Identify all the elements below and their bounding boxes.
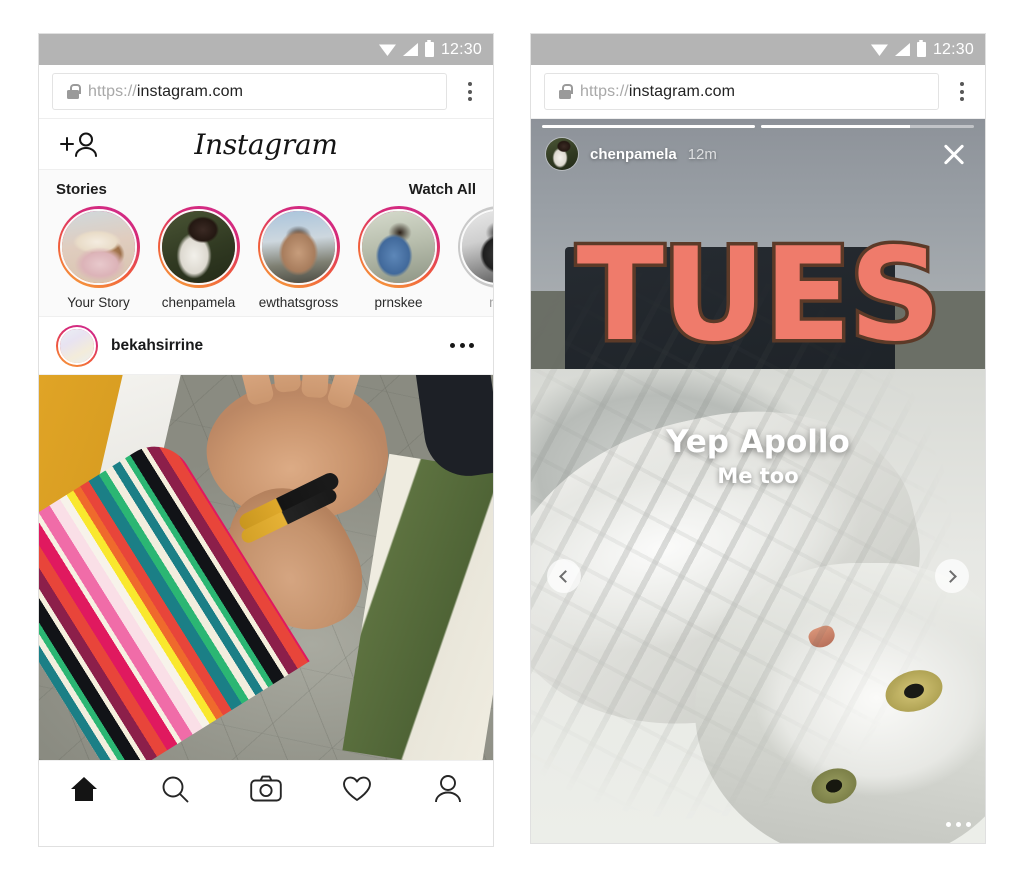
url-bar[interactable]: https://instagram.com bbox=[52, 73, 447, 110]
story-progress-segment bbox=[761, 125, 974, 128]
browser-bar: https://instagram.com bbox=[531, 65, 985, 119]
kebab-menu-icon[interactable] bbox=[453, 73, 487, 111]
story-overlay-line-1: Yep Apollo bbox=[666, 424, 850, 460]
story-more-icon[interactable] bbox=[946, 822, 971, 827]
signal-icon bbox=[402, 43, 418, 56]
watch-all-button[interactable]: Watch All bbox=[409, 181, 476, 198]
chevron-left-icon[interactable] bbox=[547, 559, 581, 593]
story-top-bar: chenpamela 12m bbox=[545, 137, 971, 171]
story-timestamp: 12m bbox=[687, 145, 717, 163]
story-ring bbox=[257, 206, 340, 288]
add-person-icon[interactable] bbox=[59, 131, 103, 157]
stories-section: Stories Watch All Your Story chenpamela bbox=[39, 170, 493, 317]
story-item-ewthatsgross[interactable]: ewthatsgross bbox=[253, 206, 344, 310]
battery-icon bbox=[916, 40, 926, 57]
story-avatar-image bbox=[362, 210, 435, 284]
status-bar-icons bbox=[870, 40, 926, 57]
url-scheme: https:// bbox=[88, 82, 137, 100]
wifi-icon bbox=[870, 44, 888, 56]
url-scheme: https:// bbox=[580, 82, 629, 100]
status-bar-icons bbox=[378, 40, 434, 57]
story-avatar-image bbox=[462, 210, 493, 284]
close-icon[interactable] bbox=[937, 137, 971, 171]
browser-bar: https://instagram.com bbox=[39, 65, 493, 119]
battery-icon bbox=[424, 40, 434, 57]
story-progress-bars bbox=[542, 125, 974, 128]
instagram-logo: Instagram bbox=[194, 127, 338, 161]
story-label: prnskee bbox=[374, 295, 423, 310]
story-author-avatar[interactable] bbox=[545, 137, 579, 171]
phone-frame-story: 12:30 https://instagram.com chenpamela 1… bbox=[530, 33, 986, 844]
screenshot-stage: 12:30 https://instagram.com Instagram St… bbox=[0, 0, 1024, 880]
lock-icon bbox=[67, 84, 81, 99]
bottom-navigation bbox=[39, 760, 493, 816]
story-item-your-story[interactable]: Your Story bbox=[53, 206, 144, 310]
post-avatar[interactable] bbox=[56, 324, 98, 367]
story-label: chenpamela bbox=[161, 295, 236, 310]
url-text: https://instagram.com bbox=[580, 83, 735, 101]
story-avatar-image bbox=[62, 210, 135, 284]
story-progress-segment bbox=[542, 125, 755, 128]
story-author-username[interactable]: chenpamela bbox=[590, 146, 677, 163]
post-header: bekahsirrine bbox=[39, 317, 493, 375]
story-ring bbox=[157, 206, 240, 288]
profile-icon[interactable] bbox=[418, 767, 478, 811]
story-avatar-image bbox=[262, 210, 335, 284]
status-bar: 12:30 bbox=[39, 34, 493, 65]
story-label: Your Story bbox=[67, 295, 130, 310]
story-overlay-line-2: Me too bbox=[717, 464, 799, 488]
story-ring bbox=[357, 206, 440, 288]
url-host: instagram.com bbox=[628, 82, 736, 100]
post-avatar-image bbox=[60, 328, 94, 363]
heart-icon[interactable] bbox=[327, 767, 387, 811]
post-more-icon[interactable] bbox=[450, 343, 476, 348]
kebab-menu-icon[interactable] bbox=[945, 73, 979, 111]
signal-icon bbox=[894, 43, 910, 56]
story-ring bbox=[457, 206, 493, 288]
chevron-right-icon[interactable] bbox=[935, 559, 969, 593]
story-label: mo bbox=[453, 295, 493, 310]
story-author-avatar-image bbox=[546, 138, 578, 170]
status-bar-clock: 12:30 bbox=[932, 40, 974, 58]
status-bar: 12:30 bbox=[531, 34, 985, 65]
instagram-header: Instagram bbox=[39, 119, 493, 170]
lock-icon bbox=[559, 84, 573, 99]
wifi-icon bbox=[378, 44, 396, 56]
camera-icon[interactable] bbox=[236, 767, 296, 811]
url-host: instagram.com bbox=[136, 82, 244, 100]
story-avatar-image bbox=[162, 210, 235, 284]
story-ring bbox=[57, 206, 140, 288]
phone-frame-feed: 12:30 https://instagram.com Instagram St… bbox=[38, 33, 494, 847]
stories-header: Stories Watch All bbox=[39, 170, 493, 202]
story-item-mo[interactable]: mo bbox=[453, 206, 493, 310]
status-bar-clock: 12:30 bbox=[440, 40, 482, 58]
post-photo[interactable] bbox=[39, 375, 493, 760]
stories-title: Stories bbox=[56, 181, 107, 198]
url-text: https://instagram.com bbox=[88, 83, 243, 101]
url-bar[interactable]: https://instagram.com bbox=[544, 73, 939, 110]
story-label: ewthatsgross bbox=[258, 295, 339, 310]
home-icon[interactable] bbox=[54, 767, 114, 811]
story-overlay-heading: TUES bbox=[573, 221, 945, 370]
story-item-chenpamela[interactable]: chenpamela bbox=[153, 206, 244, 310]
post-username[interactable]: bekahsirrine bbox=[111, 337, 437, 355]
story-item-prnskee[interactable]: prnskee bbox=[353, 206, 444, 310]
search-icon[interactable] bbox=[145, 767, 205, 811]
story-viewer[interactable]: chenpamela 12m TUES Yep Apollo Me too bbox=[531, 119, 985, 843]
stories-list[interactable]: Your Story chenpamela ewthatsgross prnsk… bbox=[39, 202, 493, 310]
